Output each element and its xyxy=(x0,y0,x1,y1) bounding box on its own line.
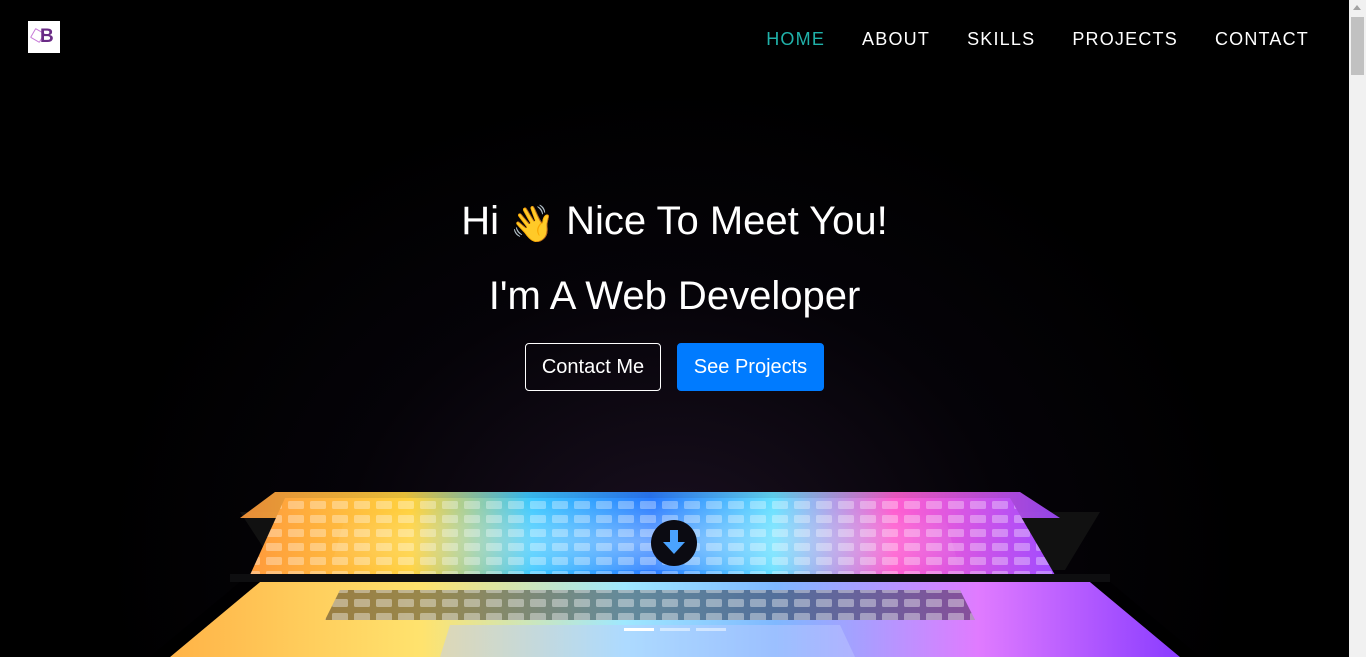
nav-link-skills[interactable]: SKILLS xyxy=(967,28,1035,50)
logo-letter: B xyxy=(40,26,54,47)
carousel-indicator[interactable] xyxy=(660,628,690,631)
carousel-indicator[interactable] xyxy=(624,628,654,631)
nav-link-contact[interactable]: CONTACT xyxy=(1215,28,1309,50)
carousel-indicator[interactable] xyxy=(696,628,726,631)
site-logo[interactable]: B xyxy=(28,21,60,53)
hero-section: B HOME ABOUT SKILLS PROJECTS CONTACT Hi … xyxy=(0,0,1349,657)
page: B HOME ABOUT SKILLS PROJECTS CONTACT Hi … xyxy=(0,0,1366,657)
nav-link-home[interactable]: HOME xyxy=(766,28,825,50)
greeting-text: Nice To Meet You! xyxy=(566,199,888,243)
arrow-down-circle-icon xyxy=(652,521,696,565)
scrollbar-thumb[interactable] xyxy=(1351,17,1364,75)
scroll-up-arrow-icon[interactable] xyxy=(1353,5,1361,10)
navbar: B HOME ABOUT SKILLS PROJECTS CONTACT xyxy=(0,0,1349,76)
nav-link-projects[interactable]: PROJECTS xyxy=(1072,28,1178,50)
scroll-down-button[interactable] xyxy=(651,520,697,566)
vertical-scrollbar[interactable] xyxy=(1349,0,1366,657)
hero-greeting: Hi 👋 Nice To Meet You! xyxy=(0,196,1349,249)
nav-links: HOME ABOUT SKILLS PROJECTS CONTACT xyxy=(729,28,1309,50)
hero-role: I'm A Web Developer xyxy=(488,274,861,318)
see-projects-button[interactable]: See Projects xyxy=(677,343,824,391)
waving-hand-icon: 👋 xyxy=(510,203,555,244)
hero-buttons: Contact Me See Projects xyxy=(525,343,824,391)
greeting-hi: Hi xyxy=(461,199,499,243)
contact-me-button[interactable]: Contact Me xyxy=(525,343,661,391)
carousel-indicators xyxy=(624,628,732,631)
nav-link-about[interactable]: ABOUT xyxy=(862,28,930,50)
